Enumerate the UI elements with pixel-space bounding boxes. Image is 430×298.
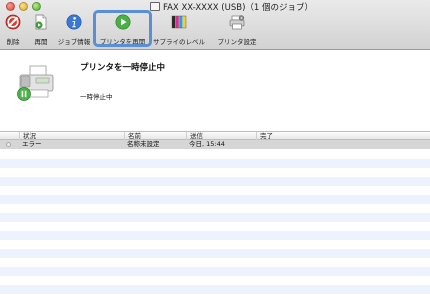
- resume-job-button[interactable]: 再開: [28, 11, 54, 46]
- toolbar: FAX XX-XXXX (USB)（1 個のジョブ） 削除 再開 ジョブ情報 プ…: [0, 0, 430, 50]
- job-status-indicator-icon: [6, 142, 11, 147]
- document-resume-icon: [35, 14, 47, 30]
- printer-status-subtitle: 一時停止中: [80, 93, 113, 101]
- column-header-sent[interactable]: 送信: [186, 132, 256, 140]
- empty-row-stripes: [0, 150, 430, 298]
- printer-settings-icon: [229, 15, 245, 30]
- column-header-name[interactable]: 名前: [124, 132, 186, 140]
- supply-levels-icon: [171, 15, 187, 29]
- job-table: 状況 名前 送信 完了 エラー 名称未設定 今日, 15:44: [0, 131, 430, 298]
- table-row[interactable]: エラー 名称未設定 今日, 15:44: [0, 140, 430, 149]
- printer-settings-button[interactable]: プリンタ設定: [213, 11, 261, 46]
- highlight-frame: [93, 10, 152, 47]
- zoom-window-button[interactable]: [32, 2, 41, 11]
- print-queue-window: FAX XX-XXXX (USB)（1 個のジョブ） 削除 再開 ジョブ情報 プ…: [0, 0, 430, 298]
- job-sent-cell: 今日, 15:44: [189, 140, 225, 148]
- delete-icon: [5, 14, 21, 30]
- fax-machine-paused-icon: [17, 65, 54, 101]
- job-status-cell: エラー: [22, 140, 42, 148]
- supply-levels-button[interactable]: サプライのレベル: [150, 11, 208, 46]
- job-info-button[interactable]: ジョブ情報: [57, 11, 91, 46]
- delete-button[interactable]: 削除: [0, 11, 26, 46]
- job-name-cell: 名称未設定: [127, 140, 160, 148]
- info-icon: [66, 14, 82, 30]
- printer-status-title: プリンタを一時停止中: [80, 63, 166, 73]
- printer-proxy-icon: [150, 2, 160, 11]
- minimize-window-button[interactable]: [19, 2, 28, 11]
- table-header: 状況 名前 送信 完了: [0, 131, 430, 140]
- column-header-completed[interactable]: 完了: [256, 132, 430, 140]
- close-window-button[interactable]: [6, 2, 15, 11]
- column-header-status[interactable]: 状況: [19, 132, 124, 140]
